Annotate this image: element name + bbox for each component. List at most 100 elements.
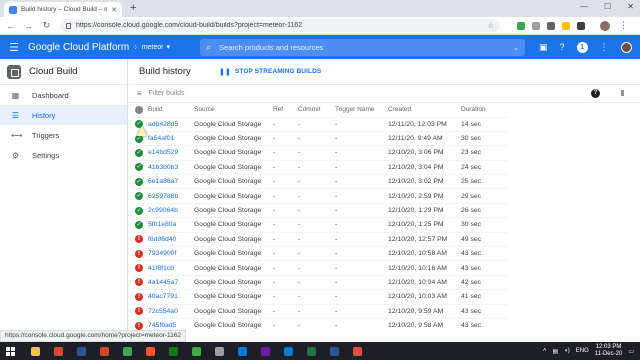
table-row[interactable]: ✓ fa54af01 Google Cloud Storage - - -12/11/20… bbox=[135, 130, 507, 146]
table-row[interactable]: ! 72c554a0 Google Cloud Storage - - -12/10/20… bbox=[135, 303, 507, 319]
profile-avatar[interactable] bbox=[600, 20, 610, 31]
column-header-commit[interactable]: Commit bbox=[298, 103, 335, 117]
table-row[interactable]: ! 7934900f Google Cloud Storage - - -12/10/20… bbox=[135, 246, 507, 261]
notifications-icon[interactable]: ▭ bbox=[628, 348, 634, 355]
build-id-link[interactable]: e14bd529 bbox=[148, 145, 194, 161]
network-icon[interactable]: ▤ bbox=[552, 348, 558, 355]
created-cell: 12/11/20, 12:03 PM bbox=[388, 116, 461, 132]
table-row[interactable]: ✓ 41b3b0b3 Google Cloud Storage - - -12/10/20… bbox=[135, 159, 507, 175]
duration-cell: 14 sec bbox=[461, 116, 507, 132]
extension-icon[interactable] bbox=[547, 21, 555, 30]
browser-menu-icon[interactable]: ⋮ bbox=[619, 20, 628, 31]
back-icon[interactable]: ← bbox=[6, 21, 15, 31]
build-id-link[interactable]: 41b3b0b3 bbox=[148, 159, 194, 175]
close-tab-icon[interactable]: ✕ bbox=[111, 6, 117, 14]
more-options-icon[interactable]: ⋮ bbox=[600, 42, 609, 53]
build-id-link[interactable]: adb428d5 bbox=[148, 116, 194, 132]
excel-icon[interactable] bbox=[304, 345, 318, 358]
table-row[interactable]: ✓ e14bd529 Google Cloud Storage - - -12/10/20… bbox=[135, 145, 507, 161]
sidebar-item-history[interactable]: ☰ History bbox=[0, 105, 127, 125]
language-indicator[interactable]: ENG bbox=[576, 348, 589, 354]
table-row[interactable]: ✓ 5f01e80a Google Cloud Storage - - -12/10/20… bbox=[135, 217, 507, 233]
trigger-cell: - bbox=[335, 202, 388, 218]
build-id-link[interactable]: 72c554a0 bbox=[148, 303, 194, 319]
column-header-ref[interactable]: Ref bbox=[273, 103, 298, 117]
photos-icon[interactable] bbox=[166, 345, 180, 358]
forward-icon[interactable]: → bbox=[24, 21, 33, 31]
puzzle-icon[interactable] bbox=[577, 21, 585, 30]
help-icon[interactable]: ? bbox=[560, 42, 565, 52]
build-id-link[interactable]: 40ac7791 bbox=[148, 289, 194, 305]
table-row[interactable]: ! f8d86d40 Google Cloud Storage - - -12/10/20… bbox=[135, 231, 507, 247]
close-window-icon[interactable]: ✕ bbox=[627, 2, 634, 11]
table-row[interactable]: ! 745fbad5 Google Cloud Storage - - -12/10/20… bbox=[135, 317, 507, 333]
extension-icon[interactable] bbox=[517, 21, 525, 30]
extension-icon[interactable] bbox=[562, 21, 570, 30]
notepad-icon[interactable] bbox=[212, 345, 226, 358]
clock[interactable]: 12:03 PM 11-Dec-20 bbox=[595, 344, 623, 358]
table-row[interactable]: ! 40ac7791 Google Cloud Storage - - -12/10/20… bbox=[135, 289, 507, 305]
build-id-link[interactable]: 4a1445a7 bbox=[148, 274, 194, 290]
notifications-badge[interactable]: 1 bbox=[576, 41, 588, 53]
search-input[interactable]: ⌕ Search products and resources ⌄ bbox=[200, 38, 525, 56]
minimize-icon[interactable]: — bbox=[580, 2, 588, 11]
table-row[interactable]: ! 4a1445a7 Google Cloud Storage - - -12/10/20… bbox=[135, 274, 507, 290]
extension-icon[interactable] bbox=[532, 21, 540, 30]
build-id-link[interactable]: 6e1a86a7 bbox=[148, 174, 194, 189]
table-row[interactable]: ✓ 6259788b Google Cloud Storage - - -12/10/20… bbox=[135, 188, 507, 204]
build-id-link[interactable]: 2c99064b bbox=[148, 202, 194, 218]
url-field[interactable]: https://console.cloud.google.com/cloud-b… bbox=[60, 19, 500, 32]
onenote-icon[interactable] bbox=[258, 345, 272, 358]
help-circle-icon[interactable]: ? bbox=[591, 89, 600, 98]
camtasia-icon[interactable] bbox=[189, 345, 203, 358]
column-header-created[interactable]: Created bbox=[388, 103, 461, 117]
build-id-link[interactable]: fa54af01 bbox=[148, 130, 194, 146]
column-header-trigger-name[interactable]: Trigger Name bbox=[335, 103, 388, 117]
stop-streaming-button[interactable]: ❚❚ STOP STREAMING BUILDS bbox=[219, 68, 321, 76]
reload-icon[interactable]: ↻ bbox=[42, 20, 51, 31]
build-id-link[interactable]: 6259788b bbox=[148, 188, 194, 204]
terminal-icon[interactable] bbox=[74, 345, 88, 358]
start-button[interactable] bbox=[0, 346, 20, 356]
chrome-icon[interactable] bbox=[51, 345, 65, 358]
table-row[interactable]: ✓ 6e1a86a7 Google Cloud Storage - - -12/10/20… bbox=[135, 174, 507, 189]
maximize-icon[interactable]: ☐ bbox=[604, 2, 611, 11]
brave-icon[interactable] bbox=[143, 345, 157, 358]
chrome-alt-icon[interactable] bbox=[120, 345, 134, 358]
file-explorer-icon[interactable] bbox=[28, 345, 42, 358]
browser-tab[interactable]: Build history – Cloud Build – me ✕ bbox=[4, 2, 122, 17]
bookmark-star-icon[interactable]: ☆ bbox=[488, 22, 494, 30]
sidebar-item-dashboard[interactable]: ▦ Dashboard bbox=[0, 85, 127, 105]
hamburger-menu-icon[interactable]: ☰ bbox=[0, 41, 28, 54]
volume-icon[interactable]: ◖) bbox=[564, 348, 570, 354]
duration-cell: 26 sec bbox=[461, 202, 507, 218]
column-display-icon[interactable]: ⦀ bbox=[620, 89, 624, 99]
account-avatar[interactable] bbox=[620, 41, 632, 53]
platform-brand[interactable]: Google Cloud Platform bbox=[28, 42, 132, 53]
vscode-icon[interactable] bbox=[281, 345, 295, 358]
build-id-link[interactable]: f8d86d40 bbox=[148, 231, 194, 247]
powerpoint-icon[interactable] bbox=[97, 345, 111, 358]
column-header-build[interactable]: Build bbox=[148, 103, 194, 117]
project-selector[interactable]: ⁘ meteor ▾ bbox=[132, 43, 200, 52]
sidebar-item-settings[interactable]: ⚙ Settings bbox=[0, 145, 127, 165]
column-header-source[interactable]: Source bbox=[194, 103, 273, 117]
build-id-link[interactable]: 5f01e80a bbox=[148, 217, 194, 233]
source-cell: Google Cloud Storage bbox=[194, 145, 273, 161]
sidebar-item-triggers[interactable]: ⟷ Triggers bbox=[0, 125, 127, 145]
table-row[interactable]: ✓ 2c99064b Google Cloud Storage - - -12/10/20… bbox=[135, 202, 507, 218]
edge-icon[interactable] bbox=[235, 345, 249, 358]
office-icon[interactable] bbox=[350, 345, 364, 358]
tray-chevron-icon[interactable]: ˄ bbox=[543, 348, 547, 354]
cloud-shell-icon[interactable]: ▣ bbox=[539, 42, 548, 53]
build-id-link[interactable]: 7934900f bbox=[148, 246, 194, 261]
stop-streaming-label: STOP STREAMING BUILDS bbox=[234, 68, 322, 75]
table-row[interactable]: ✓ adb428d5 Google Cloud Storage - - -12/11/20… bbox=[135, 116, 507, 132]
table-row[interactable]: ! 41f8f1cb Google Cloud Storage - - -12/10/20… bbox=[135, 260, 507, 276]
word-icon[interactable] bbox=[327, 345, 341, 358]
column-header-duration[interactable]: Duration bbox=[461, 103, 507, 117]
new-tab-button[interactable]: + bbox=[130, 2, 136, 14]
search-expand-chevron-icon[interactable]: ⌄ bbox=[513, 43, 519, 52]
build-id-link[interactable]: 41f8f1cb bbox=[148, 260, 194, 276]
filter-bar[interactable]: ≡ Filter builds ? ⦀ bbox=[129, 85, 640, 103]
